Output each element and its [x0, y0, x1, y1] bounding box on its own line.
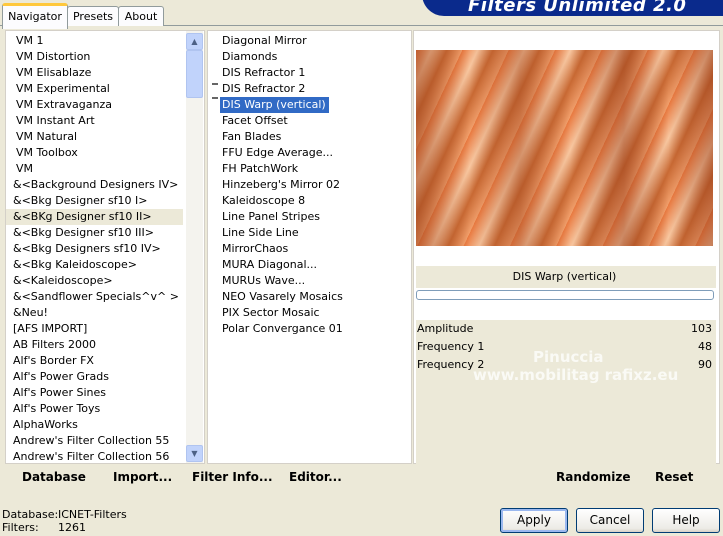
category-item[interactable]: &Neu!: [6, 305, 183, 321]
category-item[interactable]: &<Bkg Designers sf10 IV>: [6, 241, 183, 257]
category-item[interactable]: &<Kaleidoscope>: [6, 273, 183, 289]
filter-item[interactable]: Diamonds: [220, 49, 277, 65]
category-scrollbar[interactable]: ▲ ▼: [186, 31, 203, 463]
filter-list[interactable]: Diagonal Mirror Diamonds DIS Refractor 1 DI…: [207, 30, 412, 464]
category-item[interactable]: Alf's Power Grads: [6, 369, 183, 385]
param-name: Amplitude: [417, 322, 474, 335]
watermark-line1: Pinuccia: [533, 348, 604, 366]
filters-count-label: Filters:: [2, 521, 39, 534]
category-item[interactable]: VM Toolbox: [6, 145, 186, 161]
filter-item[interactable]: FFU Edge Average...: [220, 145, 333, 161]
filter-item[interactable]: Kaleidoscope 8: [220, 193, 305, 209]
preview-image: [416, 50, 713, 246]
filter-item[interactable]: MURUs Wave...: [220, 273, 305, 289]
filter-item[interactable]: DIS Refractor 1: [220, 65, 305, 81]
help-button[interactable]: Help: [652, 508, 720, 533]
scroll-up-icon[interactable]: ▲: [186, 33, 203, 50]
filter-item[interactable]: PIX Sector Mosaic: [220, 305, 320, 321]
database-value: ICNET-Filters: [58, 508, 127, 521]
filter-item[interactable]: Fan Blades: [220, 129, 281, 145]
param-value: 103: [691, 322, 712, 335]
filter-info-button[interactable]: Filter Info...: [192, 470, 273, 484]
drag-handle-icon: [212, 83, 218, 99]
category-item[interactable]: VM Experimental: [6, 81, 186, 97]
category-item[interactable]: VM Elisablaze: [6, 65, 186, 81]
filter-item[interactable]: Facet Offset: [220, 113, 288, 129]
tab-navigator[interactable]: Navigator: [2, 3, 68, 29]
watermark-line2: www.mobilitag rafixz.eu: [473, 366, 679, 384]
category-list[interactable]: VM 1 VM Distortion VM Elisablaze VM Experim…: [5, 30, 205, 464]
filter-item[interactable]: DIS Warp (vertical): [220, 97, 329, 113]
filter-item[interactable]: Diagonal Mirror: [220, 33, 307, 49]
category-item[interactable]: VM Instant Art: [6, 113, 186, 129]
filters-count-value: 1261: [58, 521, 86, 534]
database-label: Database:: [2, 508, 59, 521]
preview-filter-name: DIS Warp (vertical): [512, 270, 617, 283]
tab-about[interactable]: About: [118, 6, 164, 26]
filter-item[interactable]: FH PatchWork: [220, 161, 298, 177]
reset-button[interactable]: Reset: [655, 470, 693, 484]
database-button[interactable]: Database: [22, 470, 86, 484]
filter-item[interactable]: NEO Vasarely Mosaics: [220, 289, 343, 305]
filter-item[interactable]: DIS Refractor 2: [220, 81, 305, 97]
category-item[interactable]: [AFS IMPORT]: [6, 321, 183, 337]
param-row-empty: [416, 392, 716, 411]
category-item[interactable]: VM Extravaganza: [6, 97, 186, 113]
import-button[interactable]: Import...: [113, 470, 172, 484]
filter-item[interactable]: MURA Diagonal...: [220, 257, 317, 273]
category-item[interactable]: Alf's Border FX: [6, 353, 183, 369]
category-item[interactable]: Andrew's Filter Collection 56: [6, 449, 183, 465]
category-item[interactable]: VM 1: [6, 33, 186, 49]
filter-item[interactable]: Line Side Line: [220, 225, 299, 241]
filter-item[interactable]: Line Panel Stripes: [220, 209, 320, 225]
apply-button[interactable]: Apply: [500, 508, 568, 533]
param-row-empty: [416, 428, 716, 447]
filter-item[interactable]: Hinzeberg's Mirror 02: [220, 177, 340, 193]
category-item[interactable]: VM Distortion: [6, 49, 186, 65]
category-item[interactable]: Alf's Power Sines: [6, 385, 183, 401]
param-row-amplitude[interactable]: Amplitude 103: [416, 320, 716, 339]
category-item[interactable]: &<Background Designers IV>: [6, 177, 183, 193]
category-item[interactable]: VM Natural: [6, 129, 186, 145]
param-row-empty: [416, 446, 716, 465]
category-item[interactable]: &<Bkg Kaleidoscope>: [6, 257, 183, 273]
category-item[interactable]: &<BKg Designer sf10 II>: [6, 209, 183, 225]
app-title: Filters Unlimited 2.0: [468, 0, 687, 16]
category-item[interactable]: &<Bkg Designer sf10 I>: [6, 193, 183, 209]
category-item[interactable]: &<Sandflower Specials^v^ >: [6, 289, 183, 305]
filter-item[interactable]: Polar Convergance 01: [220, 321, 343, 337]
scroll-thumb[interactable]: [186, 50, 203, 98]
cancel-button[interactable]: Cancel: [576, 508, 644, 533]
param-value: 90: [698, 358, 712, 371]
scroll-down-icon[interactable]: ▼: [186, 445, 203, 462]
category-item[interactable]: Alf's Power Toys: [6, 401, 183, 417]
category-item[interactable]: Andrew's Filter Collection 55: [6, 433, 183, 449]
param-value: 48: [698, 340, 712, 353]
tab-presets[interactable]: Presets: [67, 6, 119, 26]
category-item[interactable]: AlphaWorks: [6, 417, 183, 433]
param-row-empty: [416, 410, 716, 429]
progress-bar: [416, 290, 714, 300]
category-item[interactable]: &<Bkg Designer sf10 III>: [6, 225, 183, 241]
category-item[interactable]: AB Filters 2000: [6, 337, 183, 353]
editor-button[interactable]: Editor...: [289, 470, 342, 484]
param-name: Frequency 1: [417, 340, 485, 353]
randomize-button[interactable]: Randomize: [556, 470, 630, 484]
category-item[interactable]: VM: [6, 161, 186, 177]
filter-item[interactable]: MirrorChaos: [220, 241, 288, 257]
